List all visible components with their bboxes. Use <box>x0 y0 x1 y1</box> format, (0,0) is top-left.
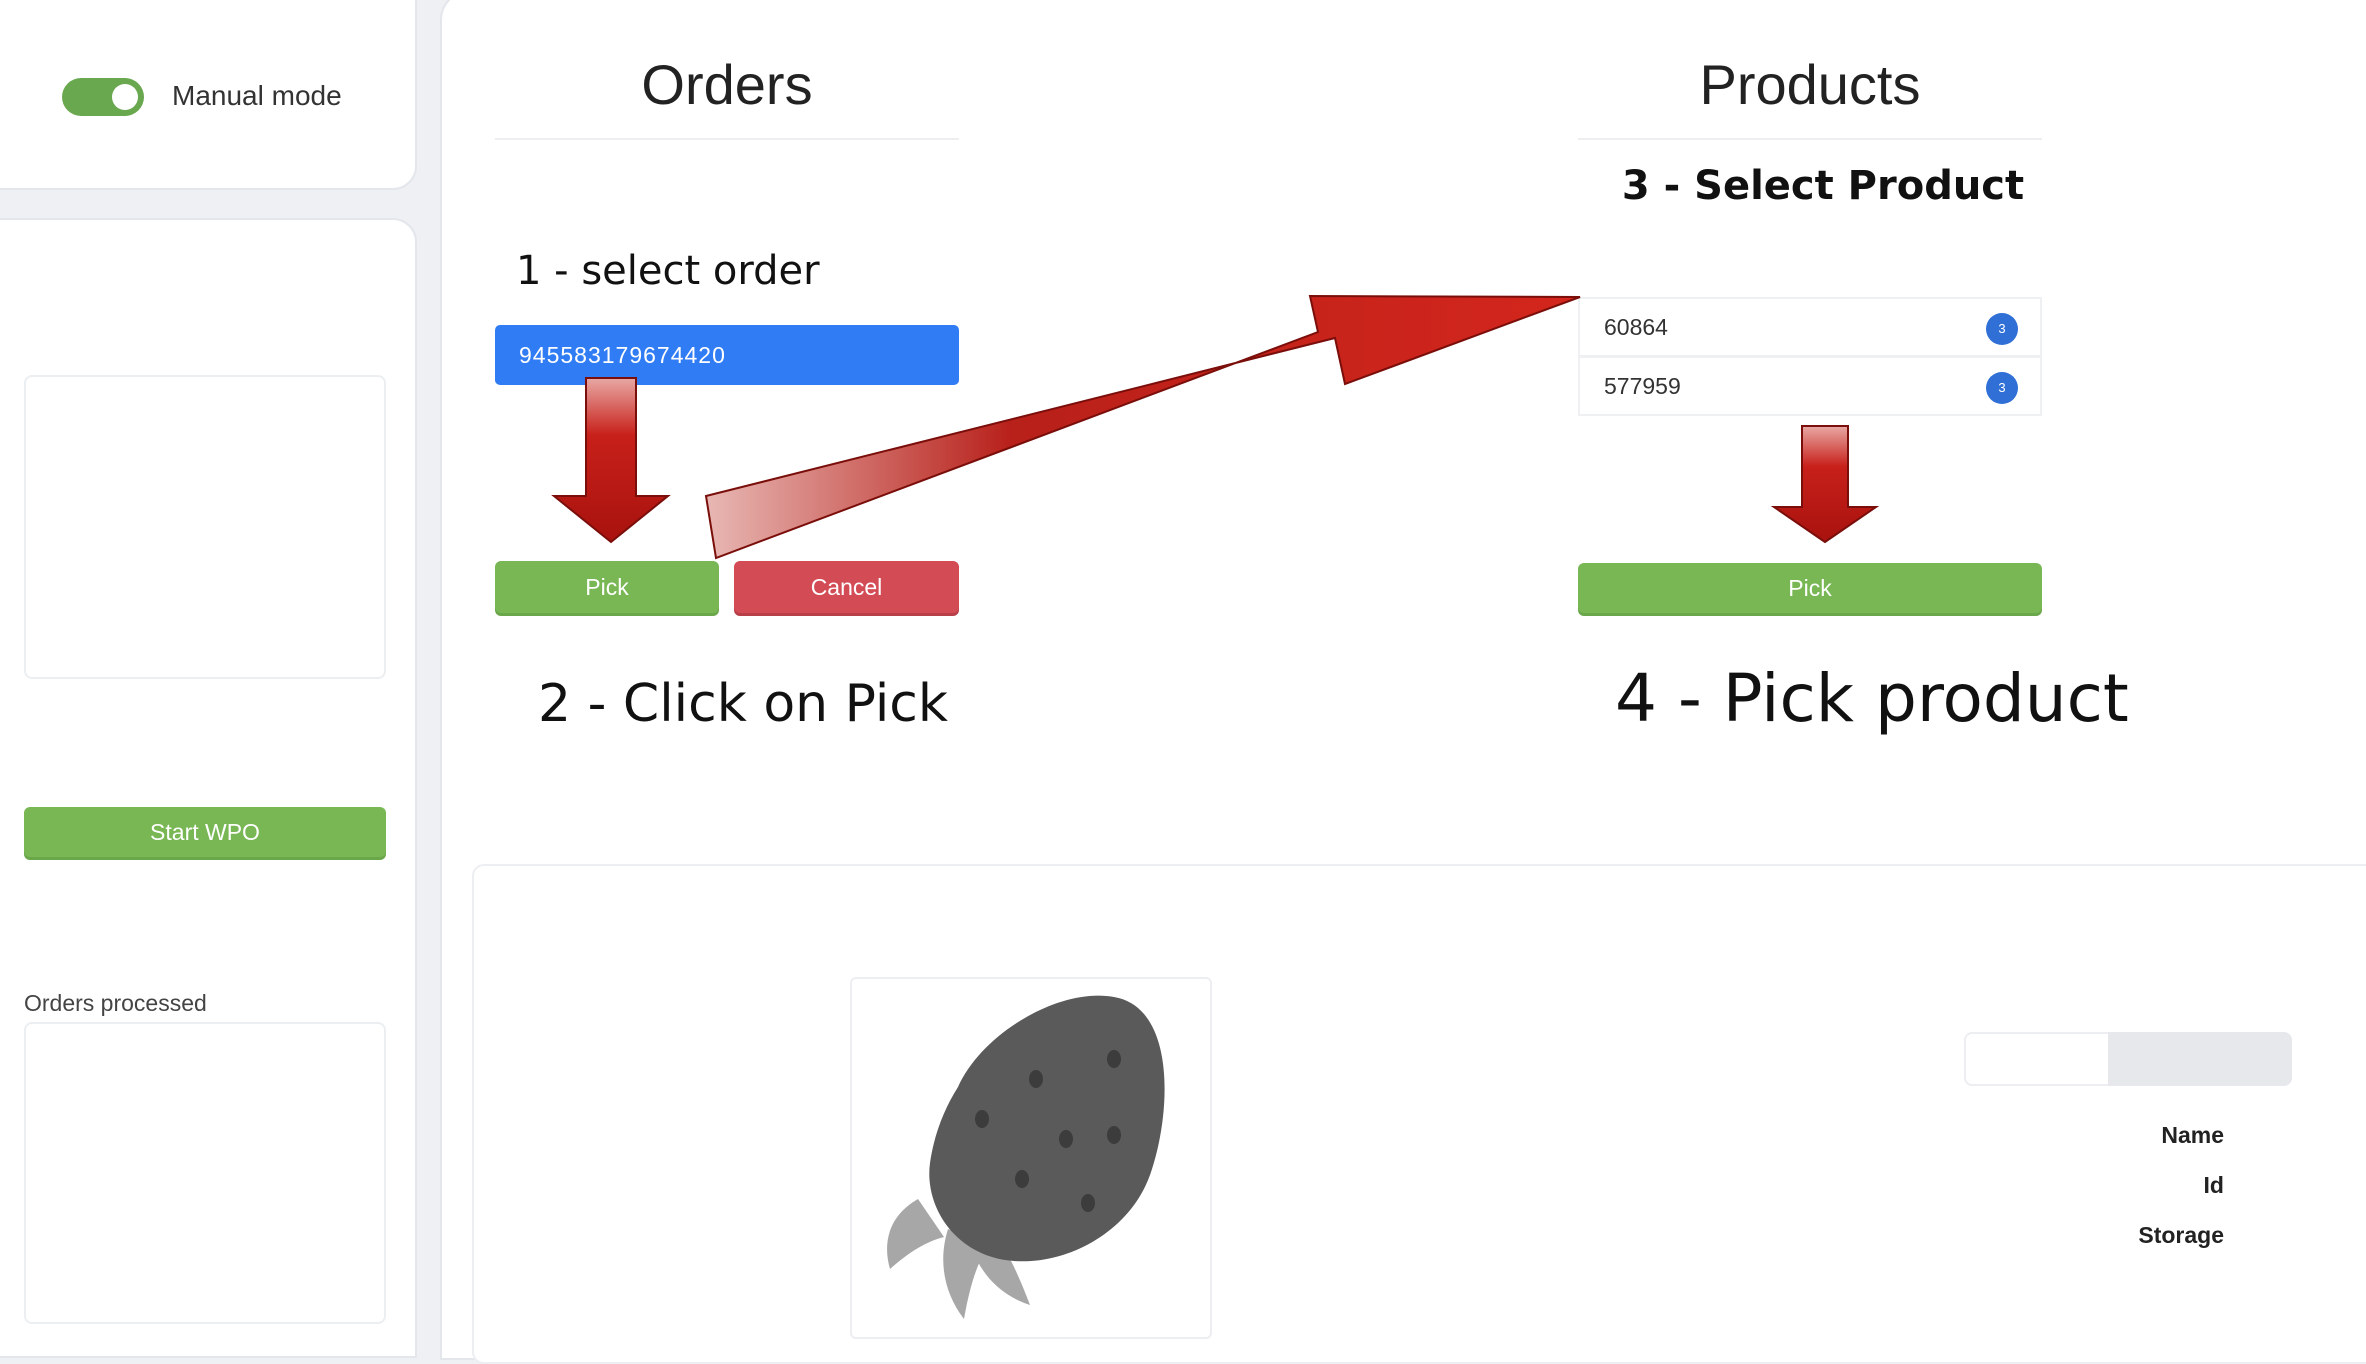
segment-right-button[interactable] <box>2108 1032 2292 1086</box>
arrow-diagonal-icon <box>704 294 1581 560</box>
strawberry-icon <box>887 995 1165 1319</box>
arrow-down-icon <box>551 377 671 544</box>
field-name-label: Name <box>2161 1122 2224 1148</box>
field-storage-label: Storage <box>2138 1222 2224 1248</box>
arrow-down-icon <box>1770 425 1880 544</box>
product-image-frame <box>850 977 1212 1339</box>
field-id-label: Id <box>2203 1172 2224 1198</box>
product-details-panel <box>472 864 2366 1364</box>
segment-left-button[interactable] <box>1964 1032 2110 1086</box>
